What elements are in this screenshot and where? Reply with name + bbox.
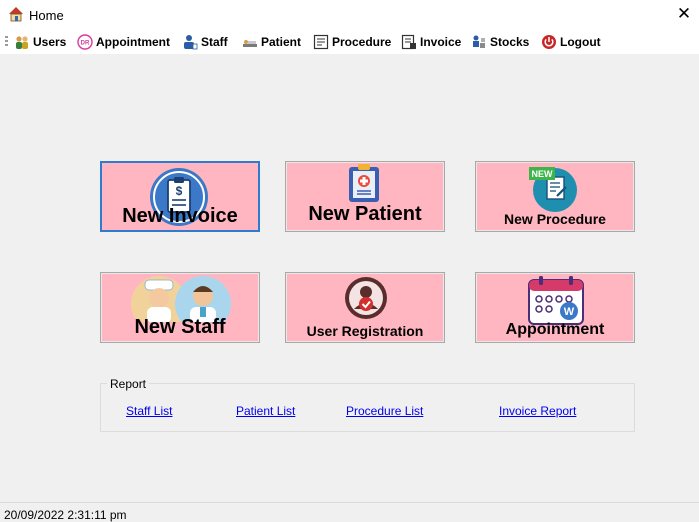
close-icon: ✕ <box>676 4 692 23</box>
procedure-document-icon: NEW <box>529 167 577 212</box>
toolbar-grip[interactable] <box>5 36 8 48</box>
menu-invoice[interactable]: Invoice <box>401 32 461 52</box>
staff-icon <box>184 35 198 50</box>
user-check-icon <box>345 277 387 319</box>
appointment-label: Appointment <box>505 321 605 338</box>
new-invoice-button[interactable]: $ New Invoice <box>100 161 260 232</box>
stocks-icon <box>473 35 485 48</box>
menu-staff-label: Staff <box>201 35 228 49</box>
svg-text:$: $ <box>176 184 183 198</box>
report-legend: Report <box>107 377 150 391</box>
svg-text:DR: DR <box>81 41 90 47</box>
procedure-icon <box>313 34 329 50</box>
new-procedure-label: New Procedure <box>504 211 606 227</box>
menu-staff[interactable]: Staff <box>182 32 228 52</box>
user-registration-button[interactable]: User Registration <box>285 272 445 343</box>
menu-patient[interactable]: Patient <box>242 32 301 52</box>
procedure-list-link[interactable]: Procedure List <box>346 404 423 418</box>
new-patient-button[interactable]: New Patient <box>285 161 445 232</box>
menu-invoice-label: Invoice <box>420 35 462 49</box>
calendar-icon: W <box>528 276 584 325</box>
new-patient-label: New Patient <box>308 203 422 225</box>
new-staff-button[interactable]: New Staff <box>100 272 260 343</box>
menu-procedure-label: Procedure <box>332 35 392 49</box>
status-datetime: 20/09/2022 2:31:11 pm <box>4 508 127 522</box>
user-registration-label: User Registration <box>306 323 424 339</box>
menu-patient-label: Patient <box>261 35 302 49</box>
menu-users-label: Users <box>33 35 67 49</box>
home-icon <box>9 7 23 22</box>
close-button[interactable]: ✕ <box>669 0 699 30</box>
new-badge: NEW <box>532 169 554 179</box>
menu-appointment[interactable]: DR Appointment <box>77 32 170 52</box>
menu-appointment-label: Appointment <box>96 35 170 49</box>
window-title: Home <box>29 8 64 23</box>
menu-stocks-label: Stocks <box>490 35 530 49</box>
patient-icon <box>243 40 257 47</box>
users-icon <box>16 36 28 49</box>
patient-list-link[interactable]: Patient List <box>236 404 295 418</box>
new-staff-label: New Staff <box>134 316 226 338</box>
menu-logout-label: Logout <box>560 35 601 49</box>
medical-staff-icon <box>131 276 231 322</box>
menu-bar: Users DR Appointment Staff Patient Proce… <box>0 30 699 54</box>
staff-list-link[interactable]: Staff List <box>126 404 172 418</box>
invoice-icon <box>401 34 416 50</box>
appointment-icon: DR <box>77 34 93 50</box>
appointment-button[interactable]: W Appointment <box>475 272 635 343</box>
invoice-report-link[interactable]: Invoice Report <box>499 404 576 418</box>
title-bar: Home ✕ <box>0 0 699 30</box>
logout-icon <box>542 35 556 49</box>
new-invoice-label: New Invoice <box>122 205 238 227</box>
svg-text:W: W <box>564 306 575 318</box>
new-procedure-button[interactable]: NEW New Procedure <box>475 161 635 232</box>
status-bar: 20/09/2022 2:31:11 pm <box>0 502 699 522</box>
patient-clipboard-icon <box>349 164 379 202</box>
menu-logout[interactable]: Logout <box>541 32 601 52</box>
menu-stocks[interactable]: Stocks <box>471 32 529 52</box>
menu-procedure[interactable]: Procedure <box>313 32 391 52</box>
menu-users[interactable]: Users <box>14 32 66 52</box>
